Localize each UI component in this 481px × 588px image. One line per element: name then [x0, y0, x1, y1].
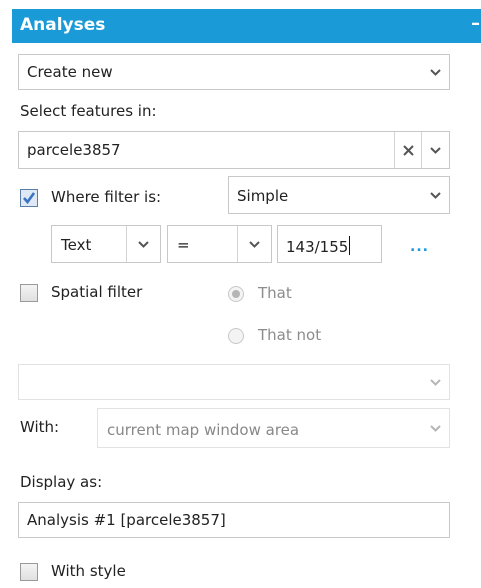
with-select[interactable]: current map window area	[97, 408, 450, 448]
radio-that-not[interactable]	[228, 328, 244, 344]
text-caret	[349, 236, 351, 255]
chevron-down-icon[interactable]	[127, 226, 160, 262]
minus-icon[interactable]: –	[471, 13, 481, 35]
with-style-label: With style	[51, 562, 126, 580]
radio-that-label: That	[258, 284, 292, 302]
filter-mode-value: Simple	[237, 187, 289, 205]
condition-value-text: 143/155	[286, 238, 349, 256]
more-options-link[interactable]: ...	[410, 239, 429, 255]
chevron-down-icon[interactable]	[421, 409, 449, 447]
filter-mode-select[interactable]: Simple	[228, 176, 450, 214]
close-icon[interactable]	[395, 132, 421, 168]
spatial-filter-checkbox[interactable]	[20, 284, 38, 302]
panel-title: Analyses	[20, 15, 106, 35]
with-style-checkbox[interactable]	[20, 563, 38, 581]
condition-value-input[interactable]: 143/155	[277, 225, 382, 263]
radio-that-not-label: That not	[258, 326, 322, 344]
with-select-value: current map window area	[107, 421, 300, 439]
where-filter-checkbox[interactable]	[20, 189, 38, 207]
select-features-label: Select features in:	[20, 102, 157, 120]
condition-field-select[interactable]: Text	[51, 225, 161, 263]
condition-field-value: Text	[61, 236, 92, 254]
where-filter-label: Where filter is:	[51, 188, 162, 206]
condition-operator-value: =	[177, 236, 190, 254]
chevron-down-icon[interactable]	[238, 226, 271, 262]
display-as-label: Display as:	[20, 473, 103, 491]
analysis-select-value: Create new	[27, 63, 113, 81]
condition-operator-select[interactable]: =	[167, 225, 272, 263]
chevron-down-icon[interactable]	[421, 177, 449, 213]
radio-selected-dot	[232, 290, 240, 298]
features-select[interactable]: parcele3857	[18, 131, 450, 169]
panel-header: Analyses –	[12, 9, 481, 43]
spatial-filter-label: Spatial filter	[51, 283, 143, 301]
radio-that[interactable]	[228, 286, 244, 302]
spatial-layer-select[interactable]	[18, 364, 450, 400]
chevron-down-icon[interactable]	[421, 55, 449, 89]
checkmark-icon	[23, 192, 36, 205]
chevron-down-icon[interactable]	[422, 132, 449, 168]
chevron-down-icon[interactable]	[421, 365, 449, 399]
with-label: With:	[20, 418, 60, 436]
features-select-value: parcele3857	[27, 141, 121, 159]
analysis-select[interactable]: Create new	[18, 54, 450, 90]
display-as-value: Analysis #1 [parcele3857]	[27, 511, 226, 529]
display-as-input[interactable]: Analysis #1 [parcele3857]	[18, 502, 450, 538]
